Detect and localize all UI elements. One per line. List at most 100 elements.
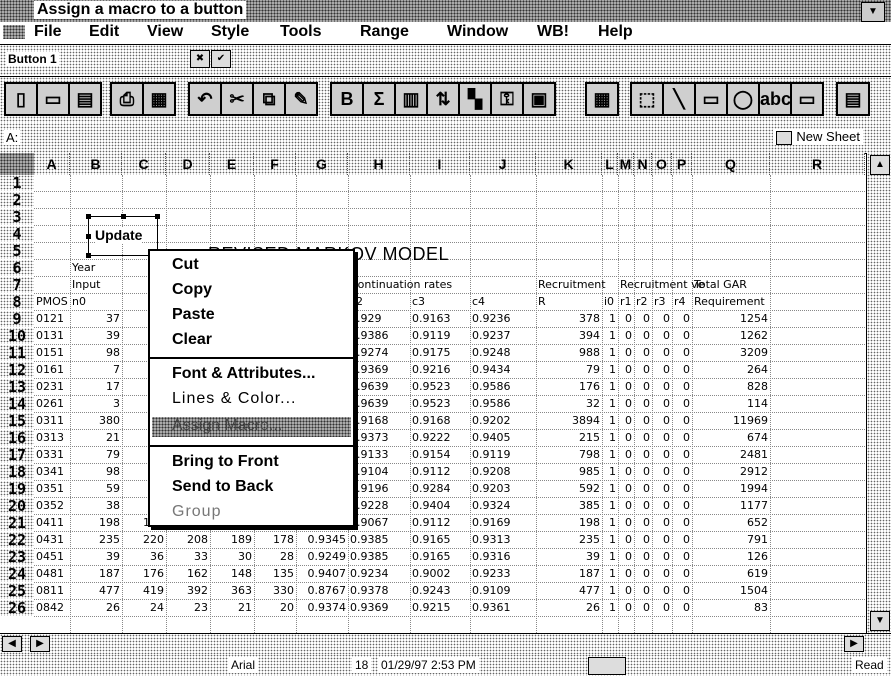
table-cell[interactable]: 0 [654, 481, 670, 497]
table-cell[interactable]: 98 [72, 345, 120, 361]
table-cell[interactable]: 1 [604, 311, 616, 327]
table-cell[interactable]: 0.9233 [472, 566, 511, 582]
table-cell[interactable]: 0 [620, 566, 632, 582]
menu-style[interactable]: Style [211, 23, 249, 41]
menu-help[interactable]: Help [598, 23, 633, 41]
table-cell[interactable]: 21 [72, 430, 120, 446]
table-cell[interactable]: 0261 [36, 396, 64, 412]
table-cell[interactable]: 0 [620, 362, 632, 378]
table-cell[interactable]: 0 [654, 345, 670, 361]
column-header-j[interactable]: J [470, 153, 536, 175]
table-cell[interactable]: 1504 [694, 583, 768, 599]
table-cell[interactable]: 0 [654, 413, 670, 429]
cut-icon[interactable]: ✂ [220, 82, 254, 116]
row-header-7[interactable]: 7 [0, 277, 34, 293]
table-cell[interactable]: 0 [654, 566, 670, 582]
table-cell[interactable]: 419 [124, 583, 164, 599]
table-cell[interactable]: 0.9243 [412, 583, 451, 599]
resize-handle[interactable] [86, 234, 91, 239]
table-cell[interactable]: 3 [72, 396, 120, 412]
table-cell[interactable]: 0.9316 [472, 549, 511, 565]
row-header-6[interactable]: 6 [0, 260, 34, 276]
table-cell[interactable]: 0 [674, 515, 690, 531]
print-icon[interactable]: ⎙ [110, 82, 144, 116]
status-font-size[interactable]: 18 [352, 657, 372, 673]
c3-header[interactable]: c3 [412, 294, 425, 310]
table-cell[interactable]: 1 [604, 566, 616, 582]
table-cell[interactable]: 11969 [694, 413, 768, 429]
recruitment-label[interactable]: Recruitment [538, 277, 606, 293]
table-cell[interactable]: 0.9236 [472, 311, 511, 327]
table-cell[interactable]: 189 [212, 532, 252, 548]
table-cell[interactable]: 674 [694, 430, 768, 446]
row-header-25[interactable]: 25 [0, 583, 34, 599]
table-cell[interactable]: 477 [538, 583, 600, 599]
table-cell[interactable]: 0 [674, 464, 690, 480]
table-cell[interactable]: 0 [620, 379, 632, 395]
table-cell[interactable]: 215 [538, 430, 600, 446]
cell-reference[interactable]: A: [4, 130, 21, 145]
table-cell[interactable]: 0 [620, 481, 632, 497]
row-header-8[interactable]: 8 [0, 294, 34, 310]
menu-edit[interactable]: Edit [89, 23, 119, 41]
table-cell[interactable]: 0.9104 [350, 464, 389, 480]
table-cell[interactable]: 0.9202 [472, 413, 511, 429]
table-cell[interactable]: 3209 [694, 345, 768, 361]
table-cell[interactable]: 0231 [36, 379, 64, 395]
table-cell[interactable]: 0 [620, 532, 632, 548]
table-cell[interactable]: 1 [604, 345, 616, 361]
table-cell[interactable]: 0.9168 [412, 413, 451, 429]
table-cell[interactable]: 98 [72, 464, 120, 480]
table-cell[interactable]: 0 [654, 515, 670, 531]
table-cell[interactable]: 330 [256, 583, 294, 599]
row-header-26[interactable]: 26 [0, 600, 34, 616]
menu-file[interactable]: File [34, 23, 62, 41]
recruitment-vector-label[interactable]: Recruitment ve [620, 277, 704, 293]
table-cell[interactable]: 0 [674, 379, 690, 395]
row-header-19[interactable]: 19 [0, 481, 34, 497]
table-cell[interactable]: 0411 [36, 515, 64, 531]
table-cell[interactable]: 176 [538, 379, 600, 395]
table-cell[interactable]: 0 [636, 515, 650, 531]
table-cell[interactable]: 0.9002 [412, 566, 451, 582]
table-cell[interactable]: 0 [654, 549, 670, 565]
table-cell[interactable]: 0 [636, 532, 650, 548]
table-cell[interactable]: 0.9119 [412, 328, 451, 344]
table-cell[interactable]: 2481 [694, 447, 768, 463]
table-cell[interactable]: 0.9324 [472, 498, 511, 514]
table-cell[interactable]: 0 [636, 345, 650, 361]
column-header-a[interactable]: A [34, 153, 70, 175]
table-cell[interactable]: 0 [674, 566, 690, 582]
table-cell[interactable]: 1 [604, 532, 616, 548]
table-cell[interactable]: 24 [124, 600, 164, 616]
table-cell[interactable]: 1177 [694, 498, 768, 514]
table-cell[interactable]: 79 [538, 362, 600, 378]
status-font[interactable]: Arial [228, 657, 259, 673]
table-cell[interactable]: 0.9163 [412, 311, 451, 327]
table-cell[interactable]: 0 [620, 396, 632, 412]
table-cell[interactable]: 148 [212, 566, 252, 582]
table-cell[interactable]: 0352 [36, 498, 64, 514]
table-cell[interactable]: 1994 [694, 481, 768, 497]
table-cell[interactable]: 0.9109 [472, 583, 511, 599]
menu-wb[interactable]: WB! [537, 23, 569, 41]
table-cell[interactable]: 0 [674, 481, 690, 497]
table-cell[interactable]: 26 [72, 600, 120, 616]
table-cell[interactable]: 0121 [36, 311, 64, 327]
table-cell[interactable]: 178 [256, 532, 294, 548]
row-header-18[interactable]: 18 [0, 464, 34, 480]
table-cell[interactable]: 0.9385 [350, 532, 389, 548]
table-cell[interactable]: 1 [604, 498, 616, 514]
column-header-r[interactable]: R [770, 153, 865, 175]
table-cell[interactable]: 33 [168, 549, 208, 565]
table-cell[interactable]: 0.9386 [350, 328, 389, 344]
table-cell[interactable]: 0.9215 [412, 600, 451, 616]
table-cell[interactable]: 0 [620, 345, 632, 361]
table-cell[interactable]: 0.9119 [472, 447, 511, 463]
r-header[interactable]: R [538, 294, 546, 310]
table-cell[interactable]: 1 [604, 396, 616, 412]
table-cell[interactable]: 3894 [538, 413, 600, 429]
column-header-e[interactable]: E [210, 153, 254, 175]
column-header-l[interactable]: L [602, 153, 618, 175]
menu-item-assign-macro[interactable]: Assign Macro... [172, 417, 282, 435]
